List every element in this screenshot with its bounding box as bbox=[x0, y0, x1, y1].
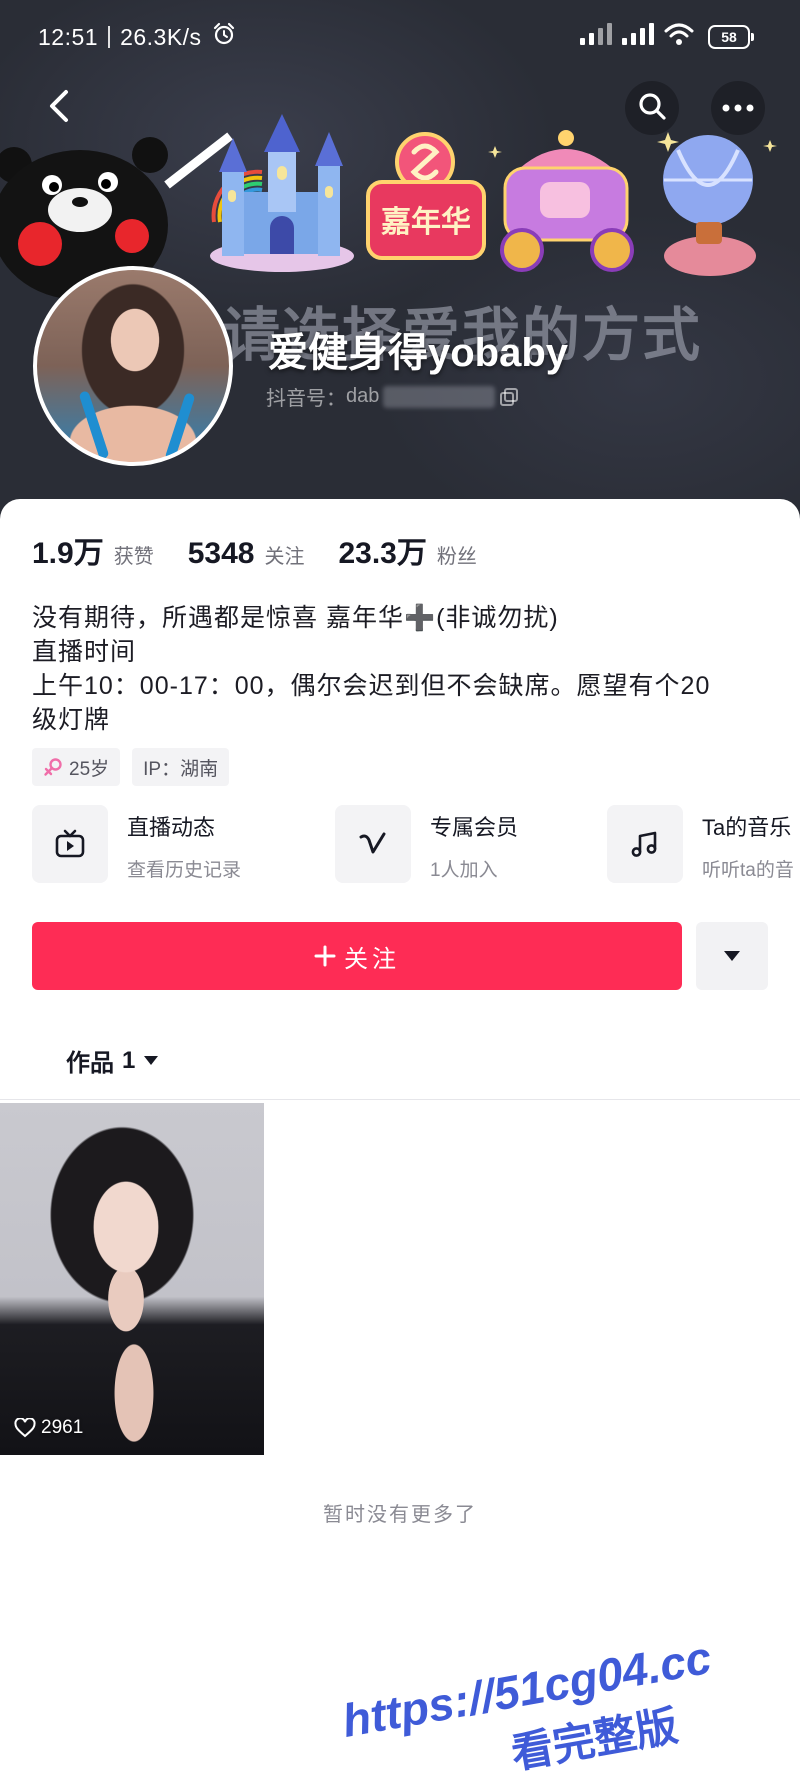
bio-line: 直播时间 bbox=[32, 638, 137, 666]
alarm-clock-icon bbox=[212, 22, 236, 52]
feature-membership[interactable]: 专属会员 1人加入 bbox=[335, 805, 595, 887]
redaction-blur bbox=[383, 385, 496, 408]
stat-label: 关注 bbox=[264, 546, 305, 568]
stat-followers[interactable]: 23.3万 粉丝 bbox=[338, 528, 476, 572]
signal-bars-icon bbox=[580, 23, 614, 50]
profile-screen: 12:51 26.3K/s 58 嘉年华 请选择爱我的方式 爱健身得yobaby… bbox=[0, 0, 800, 1778]
caret-down-icon bbox=[723, 950, 741, 962]
carriage-illustration bbox=[500, 130, 634, 272]
feature-music[interactable]: Ta的音乐 听听ta的音 bbox=[607, 805, 800, 887]
balloon-illustration bbox=[663, 135, 756, 276]
tab-works[interactable]: 作品 1 bbox=[66, 1043, 159, 1078]
battery-level: 58 bbox=[721, 28, 737, 45]
tag-text: IP：湖南 bbox=[143, 758, 219, 780]
profile-id-label: 抖音号： bbox=[266, 388, 346, 410]
follow-button-label: 关注 bbox=[344, 945, 400, 973]
tag-ip-location: IP：湖南 bbox=[132, 748, 230, 786]
heart-outline-icon bbox=[14, 1418, 36, 1438]
signal-bars-icon bbox=[622, 23, 656, 50]
carnival-badge: 嘉年华 bbox=[366, 132, 486, 260]
tag-age: 25岁 bbox=[32, 748, 121, 786]
bio-line: 级灯牌 bbox=[32, 706, 111, 734]
profile-id-row: 抖音号： dab bbox=[266, 382, 519, 411]
tab-divider bbox=[0, 1099, 800, 1100]
follow-button[interactable]: 关注 bbox=[32, 922, 682, 990]
status-time: 12:51 bbox=[38, 23, 99, 50]
profile-header: 12:51 26.3K/s 58 嘉年华 请选择爱我的方式 爱健身得yobaby… bbox=[0, 0, 800, 540]
stat-likes[interactable]: 1.9万 获赞 bbox=[32, 528, 154, 572]
profile-stats: 1.9万 获赞 5348 关注 23.3万 粉丝 bbox=[32, 528, 511, 572]
no-more-content-text: 暂时没有更多了 bbox=[323, 1504, 477, 1526]
decorative-stroke bbox=[164, 132, 233, 189]
tag-text: 25岁 bbox=[69, 758, 110, 780]
copy-icon[interactable] bbox=[499, 387, 519, 407]
feature-shortcuts: 直播动态 查看历史记录 专属会员 1人加入 Ta的音乐 听听ta的音 bbox=[0, 805, 800, 887]
wifi-icon bbox=[664, 22, 694, 51]
recommend-dropdown-button[interactable] bbox=[696, 922, 768, 990]
female-icon bbox=[43, 757, 63, 777]
video-likes: 2961 bbox=[14, 1417, 83, 1439]
stat-label: 获赞 bbox=[113, 546, 154, 568]
avatar[interactable] bbox=[33, 266, 233, 466]
feature-subtitle: 听听ta的音 bbox=[702, 860, 794, 881]
avatar-detail bbox=[78, 390, 110, 460]
stat-value: 5348 bbox=[187, 537, 255, 570]
bio-line: 没有期待，所遇都是惊喜 嘉年华➕(非诚勿扰) bbox=[32, 604, 559, 632]
stat-label: 粉丝 bbox=[436, 546, 477, 568]
status-bar-left: 12:51 26.3K/s bbox=[38, 22, 236, 52]
v-icon bbox=[335, 805, 411, 883]
battery-icon: 58 bbox=[708, 24, 754, 49]
feature-title: Ta的音乐 bbox=[702, 815, 792, 840]
profile-name: 爱健身得yobaby bbox=[268, 331, 569, 375]
bio-line: 上午10：00-17：00，偶尔会迟到但不会缺席。愿望有个20 bbox=[32, 672, 711, 700]
stat-value: 23.3万 bbox=[338, 537, 427, 570]
profile-tags: 25岁 IP：湖南 bbox=[32, 748, 230, 786]
video-thumbnail[interactable]: 2961 bbox=[0, 1103, 264, 1455]
profile-id-value: dab bbox=[346, 385, 380, 407]
tab-works-count: 1 bbox=[122, 1046, 136, 1074]
feature-subtitle: 1人加入 bbox=[430, 860, 498, 881]
badge-text: 嘉年华 bbox=[381, 206, 471, 239]
music-note-icon bbox=[607, 805, 683, 883]
feature-subtitle: 查看历史记录 bbox=[127, 860, 242, 881]
stat-value: 1.9万 bbox=[32, 537, 104, 570]
tab-works-label: 作品 bbox=[66, 1050, 114, 1077]
tv-icon bbox=[32, 805, 108, 883]
feature-title: 专属会员 bbox=[430, 815, 519, 840]
feature-live-history[interactable]: 直播动态 查看历史记录 bbox=[32, 805, 322, 887]
profile-bio: 没有期待，所遇都是惊喜 嘉年华➕(非诚勿扰) 直播时间 上午10：00-17：0… bbox=[32, 601, 710, 737]
stat-following[interactable]: 5348 关注 bbox=[188, 537, 305, 571]
video-likes-count: 2961 bbox=[41, 1417, 84, 1438]
status-bar-right: 58 bbox=[580, 22, 754, 51]
feature-title: 直播动态 bbox=[127, 815, 216, 840]
avatar-detail bbox=[164, 392, 196, 462]
plus-icon bbox=[314, 945, 336, 967]
status-net-speed: 26.3K/s bbox=[120, 23, 202, 50]
status-separator bbox=[108, 26, 111, 48]
castle-illustration bbox=[210, 114, 354, 272]
caret-down-icon bbox=[143, 1055, 159, 1066]
